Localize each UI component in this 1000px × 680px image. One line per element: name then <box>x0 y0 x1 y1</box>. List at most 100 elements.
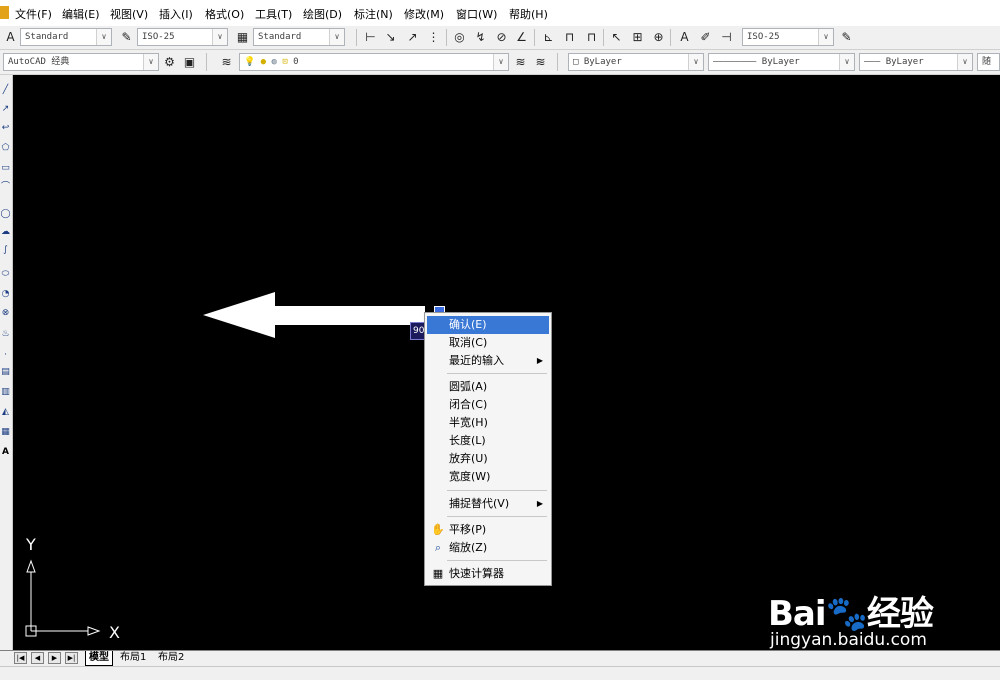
dimension-update-icon[interactable]: ⊣ <box>718 29 735 46</box>
next-tab-icon[interactable]: ▶ <box>48 652 61 664</box>
quick-leader-icon[interactable]: ↖ <box>608 29 625 46</box>
menu-file[interactable]: 文件(F) <box>15 6 52 22</box>
tab-layout2[interactable]: 布局2 <box>155 651 187 665</box>
arc-length-icon[interactable]: ↗ <box>404 29 421 46</box>
menu-insert[interactable]: 插入(I) <box>159 6 193 22</box>
region-icon[interactable]: ◭ <box>0 405 11 419</box>
radius-dimension-icon[interactable]: ◎ <box>451 29 468 46</box>
save-workspace-icon[interactable]: ▣ <box>181 54 198 71</box>
construction-line-icon[interactable]: ↗ <box>0 102 11 116</box>
menu-item-label: 平移(P) <box>449 523 487 536</box>
chevron-down-icon[interactable]: ∨ <box>688 54 703 70</box>
menu-item-length[interactable]: 长度(L) <box>427 432 549 450</box>
chevron-down-icon[interactable]: ∨ <box>839 54 854 70</box>
circle-icon[interactable]: ◯ <box>0 207 11 221</box>
revision-cloud-icon[interactable]: ☁ <box>0 225 11 239</box>
menu-item-snap-override[interactable]: 捕捉替代(V) ▶ <box>427 495 549 513</box>
menu-tools[interactable]: 工具(T) <box>255 6 292 22</box>
ellipse-icon[interactable]: ⬭ <box>0 267 11 281</box>
jogged-dimension-icon[interactable]: ↯ <box>472 29 489 46</box>
layer-previous-icon[interactable]: ≋ <box>532 54 549 71</box>
arc-icon[interactable]: ⌒ <box>0 180 11 194</box>
layer-manager-icon[interactable]: ≋ <box>218 54 235 71</box>
menu-item-quickcalc[interactable]: ▦ 快速计算器 <box>427 565 549 583</box>
menu-item-pan[interactable]: ✋ 平移(P) <box>427 521 549 539</box>
rectangle-icon[interactable]: ▭ <box>0 161 11 175</box>
linear-dimension-icon[interactable]: ⊢ <box>362 29 379 46</box>
tab-layout1[interactable]: 布局1 <box>117 651 149 665</box>
layer-combo[interactable]: 💡 ● ◍ ⊡ 0 ∨ <box>239 53 509 71</box>
menu-item-cancel[interactable]: 取消(C) <box>427 334 549 352</box>
continue-dimension-icon[interactable]: ⊓ <box>583 29 600 46</box>
menu-modify[interactable]: 修改(M) <box>404 6 444 22</box>
gradient-icon[interactable]: ▥ <box>0 385 11 399</box>
dim-style-value: ISO-25 <box>142 32 175 42</box>
chevron-down-icon[interactable]: ∨ <box>143 54 158 70</box>
table-style-icon[interactable]: ▦ <box>234 29 251 46</box>
chevron-down-icon[interactable]: ∨ <box>818 29 833 45</box>
baseline-dimension-icon[interactable]: ⊓ <box>561 29 578 46</box>
chevron-down-icon[interactable]: ∨ <box>329 29 344 45</box>
tolerance-icon[interactable]: ⊞ <box>629 29 646 46</box>
first-tab-icon[interactable]: |◀ <box>14 652 27 664</box>
menu-item-halfwidth[interactable]: 半宽(H) <box>427 414 549 432</box>
polygon-icon[interactable]: ⬠ <box>0 141 11 155</box>
angular-dimension-icon[interactable]: ∠ <box>513 29 530 46</box>
menu-item-arc[interactable]: 圆弧(A) <box>427 378 549 396</box>
dimension-text-edit-icon[interactable]: ✐ <box>697 29 714 46</box>
linetype-combo[interactable]: ———————— ByLayer ∨ <box>708 53 855 71</box>
workspace-combo[interactable]: AutoCAD 经典 ∨ <box>3 53 159 71</box>
make-object-layer-current-icon[interactable]: ≋ <box>512 54 529 71</box>
line-icon[interactable]: ╱ <box>0 83 11 97</box>
chevron-down-icon[interactable]: ∨ <box>212 29 227 45</box>
insert-block-icon[interactable]: ⊗ <box>0 306 11 320</box>
dim-style-combo-2[interactable]: ISO-25 ∨ <box>742 28 834 46</box>
point-icon[interactable]: · <box>0 348 11 362</box>
hatch-icon[interactable]: ▤ <box>0 365 11 379</box>
color-combo[interactable]: □ ByLayer ∨ <box>568 53 704 71</box>
diameter-dimension-icon[interactable]: ⊘ <box>493 29 510 46</box>
prev-tab-icon[interactable]: ◀ <box>31 652 44 664</box>
text-style-icon[interactable]: A <box>2 29 19 46</box>
chevron-down-icon[interactable]: ∨ <box>957 54 972 70</box>
menu-dimension[interactable]: 标注(N) <box>354 6 393 22</box>
menu-view[interactable]: 视图(V) <box>110 6 148 22</box>
chevron-down-icon[interactable]: ∨ <box>493 54 508 70</box>
text-style-combo[interactable]: Standard ∨ <box>20 28 112 46</box>
menu-item-undo[interactable]: 放弃(U) <box>427 450 549 468</box>
dim-style-icon[interactable]: ✎ <box>118 29 135 46</box>
chevron-down-icon[interactable]: ∨ <box>96 29 111 45</box>
workspace-settings-icon[interactable]: ⚙ <box>161 54 178 71</box>
menu-item-label: 确认(E) <box>449 318 487 331</box>
dimension-edit-icon[interactable]: A <box>676 29 693 46</box>
tab-model[interactable]: 模型 <box>85 651 113 666</box>
menu-help[interactable]: 帮助(H) <box>509 6 548 22</box>
plot-style-combo[interactable]: 随 <box>977 53 1000 71</box>
multiline-text-icon[interactable]: A <box>0 445 11 459</box>
spline-icon[interactable]: ∫ <box>0 243 11 257</box>
dimension-style-manager-icon[interactable]: ✎ <box>838 29 855 46</box>
menu-edit[interactable]: 编辑(E) <box>62 6 100 22</box>
ellipse-arc-icon[interactable]: ◔ <box>0 287 11 301</box>
last-tab-icon[interactable]: ▶| <box>65 652 78 664</box>
menu-item-recent-input[interactable]: 最近的输入 ▶ <box>427 352 549 370</box>
polyline-icon[interactable]: ↩ <box>0 121 11 135</box>
app-logo-icon[interactable] <box>0 6 9 19</box>
menu-item-confirm[interactable]: 确认(E) <box>427 316 549 334</box>
table-style-combo[interactable]: Standard ∨ <box>253 28 345 46</box>
toolbar-separator <box>356 29 357 46</box>
menu-draw[interactable]: 绘图(D) <box>303 6 342 22</box>
lineweight-combo[interactable]: ——— ByLayer ∨ <box>859 53 973 71</box>
menu-format[interactable]: 格式(O) <box>205 6 244 22</box>
center-mark-icon[interactable]: ⊕ <box>650 29 667 46</box>
ordinate-dimension-icon[interactable]: ⋮ <box>425 29 442 46</box>
quick-dimension-icon[interactable]: ⊾ <box>540 29 557 46</box>
menu-item-width[interactable]: 宽度(W) <box>427 468 549 486</box>
dim-style-combo[interactable]: ISO-25 ∨ <box>137 28 228 46</box>
make-block-icon[interactable]: ♨ <box>0 327 11 341</box>
menu-item-zoom[interactable]: ⌕ 缩放(Z) <box>427 539 549 557</box>
menu-item-close[interactable]: 闭合(C) <box>427 396 549 414</box>
aligned-dimension-icon[interactable]: ↘ <box>382 29 399 46</box>
table-icon[interactable]: ▦ <box>0 425 11 439</box>
menu-window[interactable]: 窗口(W) <box>456 6 497 22</box>
